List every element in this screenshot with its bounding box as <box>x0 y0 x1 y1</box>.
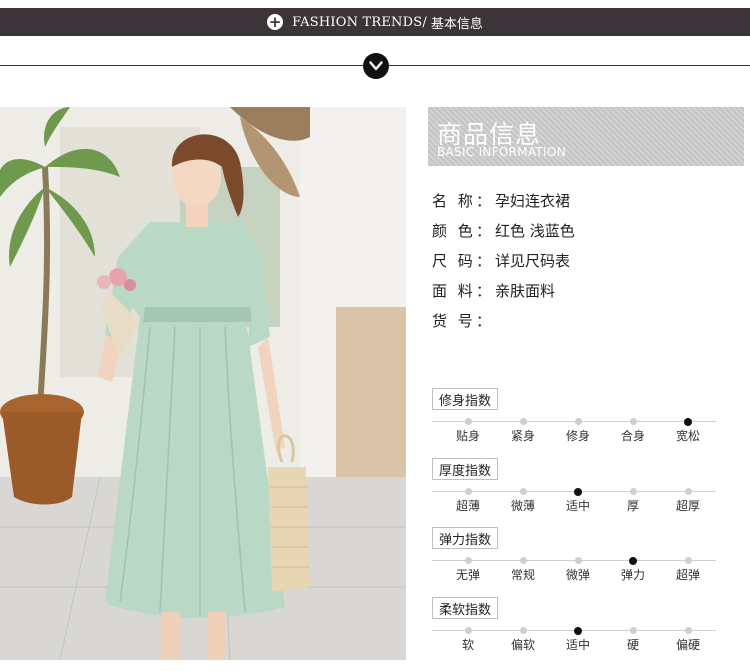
index-dot <box>629 627 637 634</box>
index-option-label: 适中 <box>565 499 590 513</box>
field-sku: 货 号： <box>432 312 492 330</box>
field-key: 颜 色 <box>432 222 476 240</box>
index-label: 修身指数 <box>432 388 498 410</box>
index-dot <box>684 488 692 495</box>
index-dot-selected <box>684 417 692 426</box>
field-value: 亲肤面料 <box>495 282 556 300</box>
field-name: 名 称： 孕妇连衣裙 <box>432 192 571 210</box>
index-dot <box>519 488 527 495</box>
index-label: 弹力指数 <box>432 527 498 549</box>
index-option-label: 弹力 <box>620 568 645 582</box>
field-value: 详见尺码表 <box>495 252 571 270</box>
index-option-label: 贴身 <box>455 429 480 443</box>
index-dot-selected <box>629 556 637 565</box>
field-size: 尺 码： 详见尺码表 <box>432 252 571 270</box>
index-option-label: 超薄 <box>455 499 480 513</box>
index-dot <box>519 557 527 564</box>
index-dot <box>574 557 582 564</box>
field-value: 红色 浅蓝色 <box>495 222 575 240</box>
index-option-label: 超厚 <box>675 499 700 513</box>
product-photo <box>0 107 406 660</box>
index-dot <box>629 418 637 425</box>
index-option-label: 合身 <box>620 429 645 443</box>
index-label: 厚度指数 <box>432 458 498 480</box>
index-dot-selected <box>574 487 582 496</box>
field-key: 货 号 <box>432 312 476 330</box>
index-option-label: 无弹 <box>455 568 480 582</box>
index-dot <box>684 557 692 564</box>
index-dot <box>574 418 582 425</box>
plus-icon: + <box>267 12 284 31</box>
index-option-label: 微弹 <box>565 568 590 582</box>
index-option-label: 超弹 <box>675 568 700 582</box>
index-option-label: 软 <box>461 638 474 652</box>
field-key: 名 称 <box>432 192 476 210</box>
index-option-label: 偏硬 <box>675 638 700 652</box>
info-title-banner: 商品信息 BASIC INFORMATION <box>428 107 744 166</box>
index-dot <box>684 627 692 634</box>
header-bar: + FASHION TRENDS/ 基本信息 <box>0 8 750 36</box>
index-dot <box>464 557 472 564</box>
index-option-label: 偏软 <box>510 638 535 652</box>
index-dot <box>629 488 637 495</box>
index-dot <box>519 418 527 425</box>
field-fabric: 面 料： 亲肤面料 <box>432 282 556 300</box>
field-key: 尺 码 <box>432 252 476 270</box>
index-dot <box>464 488 472 495</box>
index-option-label: 紧身 <box>510 429 535 443</box>
index-dot-selected <box>574 626 582 635</box>
index-option-label: 硬 <box>626 638 639 652</box>
section-title: 基本信息 <box>430 16 483 32</box>
index-dot <box>519 627 527 634</box>
index-option-label: 修身 <box>565 429 590 443</box>
field-key: 面 料 <box>432 282 476 300</box>
field-value: 孕妇连衣裙 <box>495 192 571 210</box>
index-option-label: 宽松 <box>675 429 700 443</box>
index-option-label: 微薄 <box>510 499 535 513</box>
chevron-down-icon <box>363 53 389 79</box>
index-label: 柔软指数 <box>432 597 498 619</box>
index-option-label: 适中 <box>565 638 590 652</box>
info-title-en: BASIC INFORMATION <box>437 145 567 159</box>
field-color: 颜 色： 红色 浅蓝色 <box>432 222 575 240</box>
index-option-label: 常规 <box>510 568 535 582</box>
brand-text: FASHION TRENDS/ <box>292 14 427 30</box>
index-dot <box>464 627 472 634</box>
index-dot <box>464 418 472 425</box>
index-option-label: 厚 <box>626 499 639 513</box>
